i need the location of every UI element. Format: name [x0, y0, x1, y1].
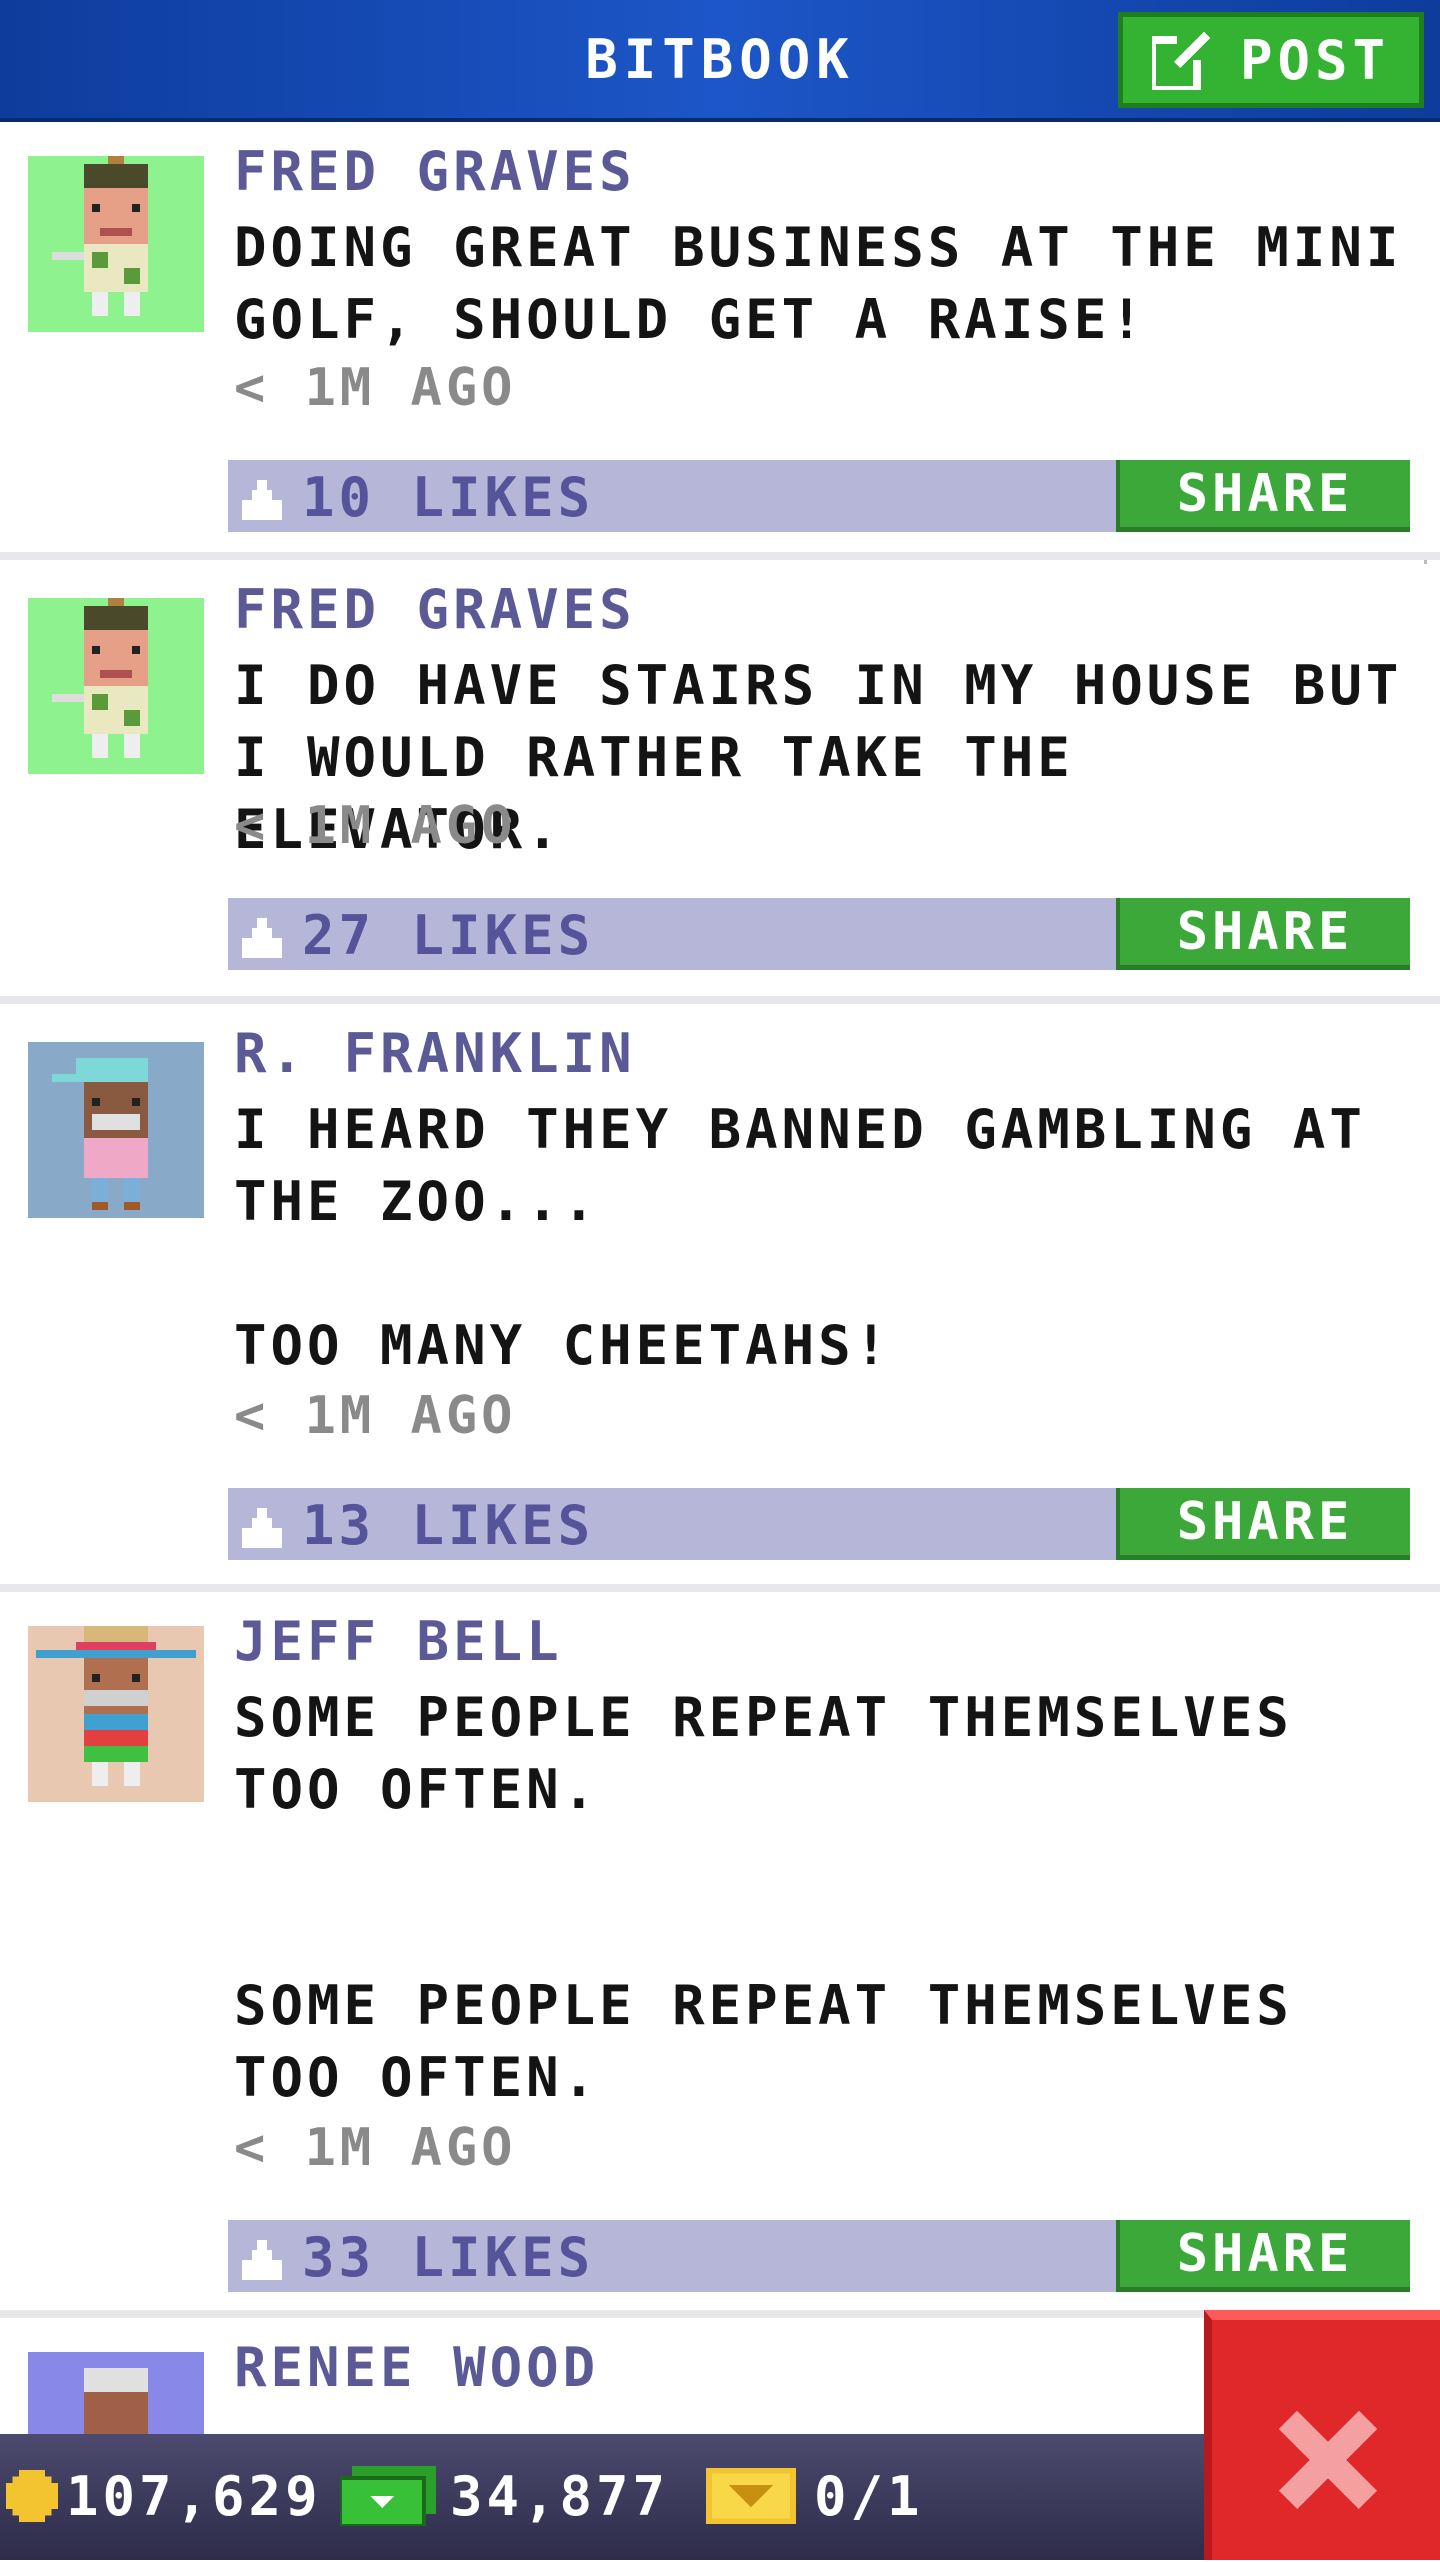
post-author[interactable]: R. FRANKLIN — [234, 1022, 636, 1085]
tickets-value: 0/1 — [814, 2464, 924, 2528]
coins-value: 107,629 — [66, 2464, 322, 2528]
like-icon[interactable] — [242, 480, 282, 520]
coin-icon — [6, 2470, 58, 2522]
like-count: 33 LIKES — [302, 2226, 595, 2289]
close-icon — [1278, 2410, 1378, 2510]
post-item: R. FRANKLIN I HEARD THEY BANNED GAMBLING… — [0, 1008, 1440, 1592]
like-icon[interactable] — [242, 2240, 282, 2280]
avatar — [28, 156, 204, 332]
like-icon[interactable] — [242, 918, 282, 958]
like-bar: 33 LIKES SHARE — [228, 2220, 1410, 2292]
like-bar: 10 LIKES SHARE — [228, 460, 1410, 532]
post-time: < 1M AGO — [234, 796, 517, 856]
post-text: DOING GREAT BUSINESS AT THE MINI GOLF, S… — [234, 216, 1439, 351]
avatar — [28, 1042, 204, 1218]
bux-icon — [340, 2466, 436, 2526]
tickets-stat: 0/1 — [706, 2464, 924, 2528]
ticket-icon — [706, 2468, 796, 2524]
coins-stat: 107,629 — [6, 2464, 322, 2528]
like-count: 13 LIKES — [302, 1494, 595, 1557]
post-author[interactable]: RENEE WOOD — [234, 2336, 599, 2399]
post-time: < 1M AGO — [234, 358, 517, 418]
post-author[interactable]: JEFF BELL — [234, 1610, 563, 1673]
avatar — [28, 598, 204, 774]
post-item: JEFF BELL SOME PEOPLE REPEAT THEMSELVES … — [0, 1596, 1440, 2318]
like-count: 10 LIKES — [302, 466, 595, 529]
post-item: FRED GRAVES DOING GREAT BUSINESS AT THE … — [0, 126, 1440, 560]
post-time: < 1M AGO — [234, 1386, 517, 1446]
like-bar: 13 LIKES SHARE — [228, 1488, 1410, 1560]
post-button-label: POST — [1239, 28, 1391, 92]
compose-icon — [1151, 30, 1212, 90]
close-button[interactable] — [1204, 2310, 1440, 2560]
post-item: FRED GRAVES I DO HAVE STAIRS IN MY HOUSE… — [0, 564, 1440, 1004]
app-header: BITBOOK POST — [0, 0, 1440, 122]
post-text: I HEARD THEY BANNED GAMBLING AT THE ZOO.… — [234, 1098, 1366, 1377]
share-button[interactable]: SHARE — [1116, 898, 1410, 970]
avatar — [28, 1626, 204, 1802]
post-button[interactable]: POST — [1118, 12, 1424, 108]
like-count: 27 LIKES — [302, 904, 595, 967]
like-bar: 27 LIKES SHARE — [228, 898, 1410, 970]
post-text: SOME PEOPLE REPEAT THEMSELVES TOO OFTEN.… — [234, 1686, 1293, 2109]
share-button[interactable]: SHARE — [1116, 1488, 1410, 1560]
post-author[interactable]: FRED GRAVES — [234, 578, 636, 641]
post-author[interactable]: FRED GRAVES — [234, 140, 636, 203]
post-time: < 1M AGO — [234, 2118, 517, 2178]
like-icon[interactable] — [242, 1508, 282, 1548]
bux-stat: 34,877 — [340, 2464, 670, 2528]
share-button[interactable]: SHARE — [1116, 460, 1410, 532]
bux-value: 34,877 — [450, 2464, 670, 2528]
share-button[interactable]: SHARE — [1116, 2220, 1410, 2292]
